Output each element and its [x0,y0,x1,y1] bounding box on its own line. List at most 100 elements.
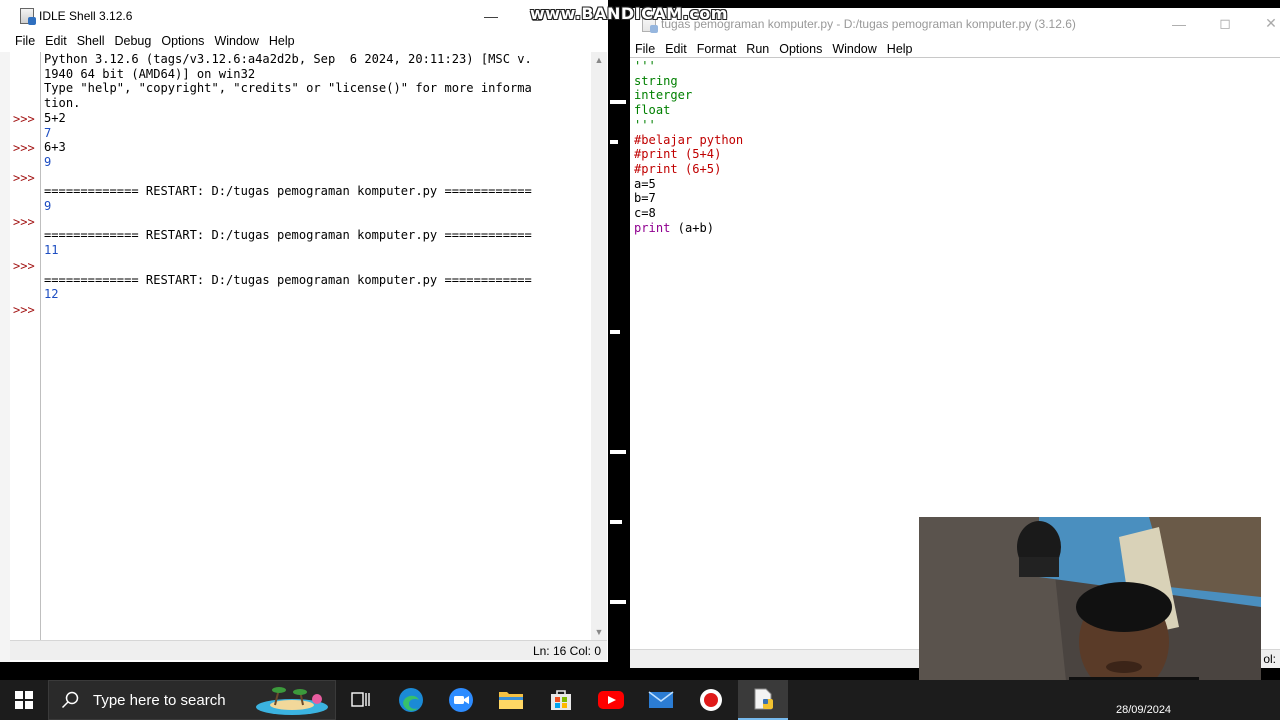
menu-file[interactable]: File [10,34,40,48]
shell-line: 1940 64 bit (AMD64)] on win32 [44,66,256,81]
prompt-gutter: >>> >>> >>> >>> >>> >>> [10,52,41,640]
idle-icon [754,688,773,710]
shell-output-line: 9 [44,154,52,169]
shell-prompt: >>> [13,170,35,185]
editor-menubar: File Edit Format Run Options Window Help [630,40,1280,58]
search-placeholder: Type here to search [93,691,226,709]
taskbar-bandicam[interactable] [686,680,736,720]
menu-edit[interactable]: Edit [40,34,72,48]
editor-code-line: string [634,73,678,88]
editor-menu-edit[interactable]: Edit [660,42,692,56]
taskbar-mail[interactable] [636,680,686,720]
backdrop-mark [610,450,626,454]
editor-menu-options[interactable]: Options [774,42,827,56]
menu-shell[interactable]: Shell [72,34,110,48]
editor-menu-run[interactable]: Run [741,42,774,56]
taskbar-edge[interactable] [386,680,436,720]
editor-close-icon[interactable]: ✕ [1248,8,1280,39]
editor-code-line: a=5 [634,176,656,191]
shell-line: ============= RESTART: D:/tugas pemogram… [44,228,532,243]
taskbar-store[interactable] [536,680,586,720]
shell-prompt: >>> [13,214,35,229]
cursor-position: Ln: 16 Col: 0 [532,644,601,658]
editor-menu-file[interactable]: File [630,42,660,56]
shell-line: tion. [44,96,81,111]
youtube-icon [598,691,624,709]
windows-logo-icon [15,691,33,709]
editor-code-line: b=7 [634,191,656,206]
taskbar-idle[interactable] [738,680,788,720]
shell-output-line: 9 [44,199,52,213]
shell-line: 6+3 [44,140,66,155]
shell-output-line: 11 [44,243,59,258]
shell-output-area[interactable]: Python 3.12.6 (tags/v3.12.6:a4a2d2b, Sep… [44,52,590,640]
shell-line: ============= RESTART: D:/tugas pemogram… [44,272,532,287]
shell-titlebar[interactable]: IDLE Shell 3.12.6 — ◻ [0,0,608,31]
call-arguments: (a+b) [670,220,715,235]
shell-menubar: File Edit Shell Debug Options Window Hel… [0,31,608,50]
idle-app-icon [20,7,36,25]
shell-output-line: 7 [44,125,52,140]
backdrop-mark [610,520,622,524]
menu-window[interactable]: Window [209,34,263,48]
start-button[interactable] [0,680,48,720]
shell-statusbar: Ln: 16 Col: 0 [10,640,607,660]
editor-code-line: float [634,103,671,118]
editor-maximize-icon[interactable]: ◻ [1202,8,1248,39]
shell-scrollbar[interactable]: ▲ ▼ [591,52,607,640]
shell-prompt: >>> [13,111,35,126]
editor-code-line: ''' [634,117,656,132]
search-highlight-art-icon [256,687,328,715]
shell-prompt: >>> [13,302,35,317]
backdrop-mark [610,140,618,144]
bandicam-record-icon [700,689,722,711]
bandicam-watermark: www.BANDICAM.com [530,4,728,23]
left-edge [0,52,10,662]
shell-prompt: >>> [13,141,35,156]
editor-menu-format[interactable]: Format [692,42,742,56]
taskbar-youtube[interactable] [586,680,636,720]
shell-prompt: >>> [13,258,35,273]
edge-icon [399,688,423,712]
menu-options[interactable]: Options [156,34,209,48]
store-icon [551,690,571,710]
tray-date[interactable]: 28/09/2024 [1116,704,1171,716]
taskbar-zoom[interactable] [436,680,486,720]
file-explorer-icon [499,692,523,709]
shell-line: Type "help", "copyright", "credits" or "… [44,81,532,96]
editor-code-line: print (a+b) [634,221,714,236]
minimize-icon[interactable]: — [468,0,514,31]
editor-code-line: #print (5+4) [634,147,722,162]
menu-help[interactable]: Help [264,34,300,48]
scroll-down-icon[interactable]: ▼ [591,624,607,640]
shell-line: ============= RESTART: D:/tugas pemogram… [44,184,532,199]
desktop-screen: IDLE Shell 3.12.6 — ◻ File Edit Shell De… [0,0,1280,720]
editor-code-line: c=8 [634,206,656,220]
taskbar-file-explorer[interactable] [486,680,536,720]
editor-code-line: #print (6+5) [634,161,722,176]
idle-shell-window: IDLE Shell 3.12.6 — ◻ File Edit Shell De… [0,0,608,662]
search-icon [61,691,79,709]
shell-output-line: 12 [44,287,59,302]
backdrop-mark [610,600,626,604]
taskbar-search-box[interactable]: Type here to search [48,680,336,720]
shell-line: Python 3.12.6 (tags/v3.12.6:a4a2d2b, Sep… [44,52,532,66]
zoom-icon [449,688,473,712]
shell-line: 5+2 [44,110,66,125]
shell-title: IDLE Shell 3.12.6 [39,8,133,23]
builtin-keyword: print [634,220,671,235]
editor-minimize-icon[interactable]: — [1156,8,1202,39]
backdrop-mark [610,330,620,334]
mail-icon [648,691,674,708]
editor-cursor-position: ol: [1263,652,1276,666]
editor-menu-window[interactable]: Window [827,42,881,56]
editor-menu-help[interactable]: Help [882,42,918,56]
task-view-button[interactable] [336,680,386,720]
editor-code-line: ''' [634,59,656,73]
task-view-icon [351,692,370,707]
editor-code-line: interger [634,88,693,103]
editor-code-line: #belajar python [634,132,744,147]
menu-debug[interactable]: Debug [110,34,157,48]
backdrop-mark [610,100,626,104]
scroll-up-icon[interactable]: ▲ [591,52,607,68]
